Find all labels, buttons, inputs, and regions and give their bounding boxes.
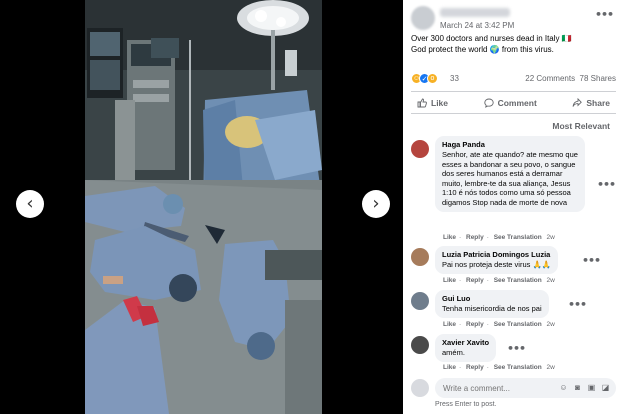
more-options-icon[interactable]: •••	[507, 342, 526, 355]
comment: Gui Luo Tenha misericordia de nos pai ••…	[411, 290, 616, 330]
comment-reply-link[interactable]: Reply	[466, 364, 484, 371]
comment-like-link[interactable]: Like	[443, 364, 456, 371]
divider	[411, 113, 616, 114]
wow-reaction-icon: o	[427, 73, 438, 84]
see-translation-link[interactable]: See Translation	[494, 364, 542, 371]
reaction-count[interactable]: 33	[450, 74, 459, 83]
comment-meta: Like · Reply · See Translation 2w	[443, 364, 555, 371]
commenter-avatar[interactable]	[411, 336, 429, 354]
comment-text: Pai nos proteja deste virus 🙏🙏	[442, 260, 552, 269]
commenter-name[interactable]: Haga Panda	[442, 140, 578, 149]
author-name-blurred[interactable]	[440, 8, 510, 17]
comment-age[interactable]: 2w	[547, 234, 555, 241]
divider	[411, 91, 616, 92]
comment: Haga Panda Senhor, ate ate quando? ate m…	[411, 136, 616, 244]
comment-bubble: Gui Luo Tenha misericordia de nos pai	[435, 290, 549, 318]
post-panel: March 24 at 3:42 PM ••• Over 300 doctors…	[403, 0, 620, 414]
post-text-line-1: Over 300 doctors and nurses dead in Ital…	[411, 34, 572, 43]
post-text: Over 300 doctors and nurses dead in Ital…	[411, 33, 616, 55]
comments-count[interactable]: 22 Comments	[525, 74, 575, 83]
comments-shares-count[interactable]: 22 Comments 78 Shares	[525, 74, 616, 83]
chevron-left-icon: ‹	[26, 193, 34, 214]
see-translation-link[interactable]: See Translation	[494, 277, 542, 284]
thumbs-up-icon	[417, 98, 427, 108]
commenter-name[interactable]: Xavier Xavito	[442, 338, 489, 347]
comment: Xavier Xavito amém. ••• Like · Reply · See…	[411, 334, 616, 374]
comment-age[interactable]: 2w	[547, 321, 555, 328]
share-label: Share	[586, 98, 610, 108]
comment-like-link[interactable]: Like	[443, 321, 456, 328]
comment-like-link[interactable]: Like	[443, 234, 456, 241]
sticker-icon[interactable]: ◪	[600, 382, 611, 393]
post-actions: Like Comment Share	[411, 95, 616, 111]
operating-room-photo	[85, 0, 322, 414]
post-header: March 24 at 3:42 PM •••	[411, 6, 616, 30]
commenter-avatar[interactable]	[411, 248, 429, 266]
comment-age[interactable]: 2w	[547, 277, 555, 284]
comment-bubble: Haga Panda Senhor, ate ate quando? ate m…	[435, 136, 585, 212]
comment-text: Tenha misericordia de nos pai	[442, 304, 542, 313]
post-text-line-2: God protect the world 🌍 from this virus.	[411, 45, 554, 54]
author-avatar[interactable]	[411, 6, 435, 30]
comment-meta: Like · Reply · See Translation 2w	[443, 321, 555, 328]
see-translation-link[interactable]: See Translation	[494, 234, 542, 241]
more-options-icon[interactable]: •••	[582, 254, 601, 267]
more-options-icon[interactable]: •••	[595, 8, 614, 21]
more-options-icon[interactable]: •••	[568, 298, 587, 311]
reactions-bar: ☺ ✓ o 33 22 Comments 78 Shares	[411, 73, 616, 85]
camera-icon[interactable]: ◙	[572, 382, 583, 393]
comment-text: amém.	[442, 348, 465, 357]
comment-bubble: Luzia Patricia Domingos Luzia Pai nos pr…	[435, 246, 559, 274]
current-user-avatar	[411, 379, 429, 397]
like-label: Like	[431, 98, 449, 108]
comment: Luzia Patricia Domingos Luzia Pai nos pr…	[411, 246, 616, 286]
comment-text: Senhor, ate ate quando? ate mesmo que es…	[442, 150, 578, 207]
comment-reply-link[interactable]: Reply	[466, 321, 484, 328]
composer-tools: ☺ ◙ ▣ ◪	[558, 382, 611, 393]
comment-meta: Like · Reply · See Translation 2w	[443, 234, 555, 241]
next-photo-button[interactable]: ›	[362, 190, 390, 218]
previous-photo-button[interactable]: ‹	[16, 190, 44, 218]
commenter-name[interactable]: Gui Luo	[442, 294, 542, 303]
share-button[interactable]: Share	[566, 95, 616, 111]
photo-viewer: ‹ ›	[0, 0, 403, 414]
post-timestamp[interactable]: March 24 at 3:42 PM	[440, 21, 514, 30]
post-photo	[85, 0, 322, 414]
emoji-icon[interactable]: ☺	[558, 382, 569, 393]
comment-age[interactable]: 2w	[547, 364, 555, 371]
comment-button[interactable]: Comment	[478, 95, 543, 111]
comment-meta: Like · Reply · See Translation 2w	[443, 277, 555, 284]
comment-bubble: Xavier Xavito amém.	[435, 334, 497, 362]
shares-count[interactable]: 78 Shares	[580, 74, 616, 83]
comment-composer: ☺ ◙ ▣ ◪	[411, 378, 616, 398]
comment-sort-dropdown[interactable]: Most Relevant	[552, 121, 610, 131]
share-icon	[572, 98, 583, 107]
commenter-name[interactable]: Luzia Patricia Domingos Luzia	[442, 250, 551, 259]
commenter-avatar[interactable]	[411, 292, 429, 310]
comment-icon	[483, 98, 494, 108]
gif-icon[interactable]: ▣	[586, 382, 597, 393]
chevron-right-icon: ›	[372, 193, 380, 214]
reaction-icons[interactable]: ☺ ✓ o	[411, 73, 438, 84]
more-options-icon[interactable]: •••	[597, 178, 616, 191]
comment-label: Comment	[497, 98, 537, 108]
commenter-avatar[interactable]	[411, 140, 429, 158]
comment-reply-link[interactable]: Reply	[466, 234, 484, 241]
comment-like-link[interactable]: Like	[443, 277, 456, 284]
see-translation-link[interactable]: See Translation	[494, 321, 542, 328]
comment-reply-link[interactable]: Reply	[466, 277, 484, 284]
composer-hint: Press Enter to post.	[435, 401, 497, 408]
like-button[interactable]: Like	[411, 95, 454, 111]
